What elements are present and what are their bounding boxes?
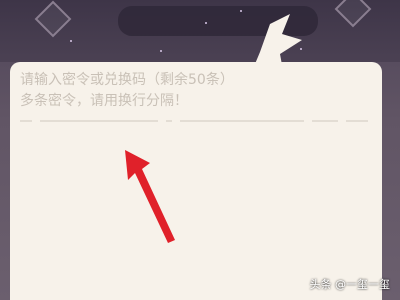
placeholder-line-1: 请输入密令或兑换码（剩余50条）	[20, 72, 234, 88]
gem-decoration-icon	[34, 0, 72, 38]
sparkle-icon	[70, 40, 72, 42]
red-arrow-icon	[125, 150, 175, 243]
sparkle-icon	[160, 50, 162, 52]
placeholder-line-2: 多条密令，请用换行分隔！	[20, 93, 188, 109]
code-input-placeholder[interactable]: 请输入密令或兑换码（剩余50条） 多条密令，请用换行分隔！	[20, 70, 360, 112]
underline-dash	[346, 120, 368, 122]
underline-dash	[40, 120, 158, 122]
watermark: 头条 @一玺一玺	[309, 278, 391, 291]
sparkle-icon	[240, 10, 242, 12]
underline-dash	[312, 120, 338, 122]
sparkle-icon	[205, 22, 207, 24]
underline-dash	[20, 120, 32, 122]
header-bar	[0, 0, 400, 62]
underline-dash	[180, 120, 304, 122]
input-underline	[20, 120, 370, 124]
gem-decoration-icon	[334, 0, 372, 28]
underline-dash	[166, 120, 172, 122]
